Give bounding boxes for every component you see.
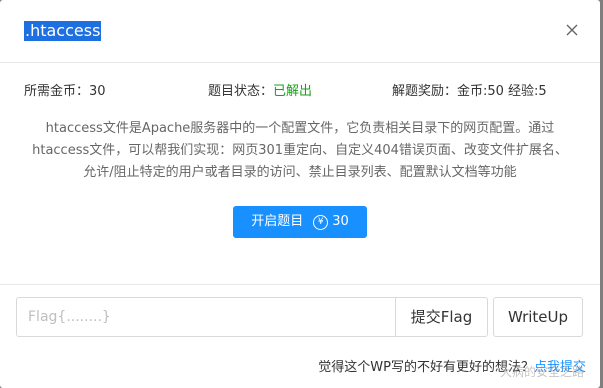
status-badge: 已解出 [273,84,313,99]
coins-required: 所需金币：30 [24,84,106,99]
modal-title: .htaccess [24,21,102,41]
close-icon[interactable] [562,20,582,40]
challenge-modal: .htaccess 所需金币：30 题目状态：已解出 解题奖励：金币:50 经验… [0,0,600,388]
challenge-info: 所需金币：30 题目状态：已解出 解题奖励：金币:50 经验:5 [24,83,576,101]
submit-flag-button[interactable]: 提交Flag [395,297,488,337]
modal-header: .htaccess [0,0,600,63]
flag-input[interactable] [16,297,396,337]
yen-coin-icon: ¥ [313,215,329,230]
divider [0,284,600,285]
start-challenge-button[interactable]: 开启题目 ¥30 [233,206,367,238]
status-info: 题目状态：已解出 [208,83,312,101]
start-button-label: 开启题目 [251,214,304,229]
challenge-description: htaccess文件是Apache服务器中的一个配置文件，它负责相关目录下的网页… [32,121,568,180]
status-label: 题目状态： [208,84,274,99]
reward-info: 解题奖励：金币:50 经验:5 [392,84,547,99]
start-button-cost: 30 [332,214,349,229]
writeup-button[interactable]: WriteUp [493,297,583,337]
watermark: 大病的安全之路 [499,365,584,379]
